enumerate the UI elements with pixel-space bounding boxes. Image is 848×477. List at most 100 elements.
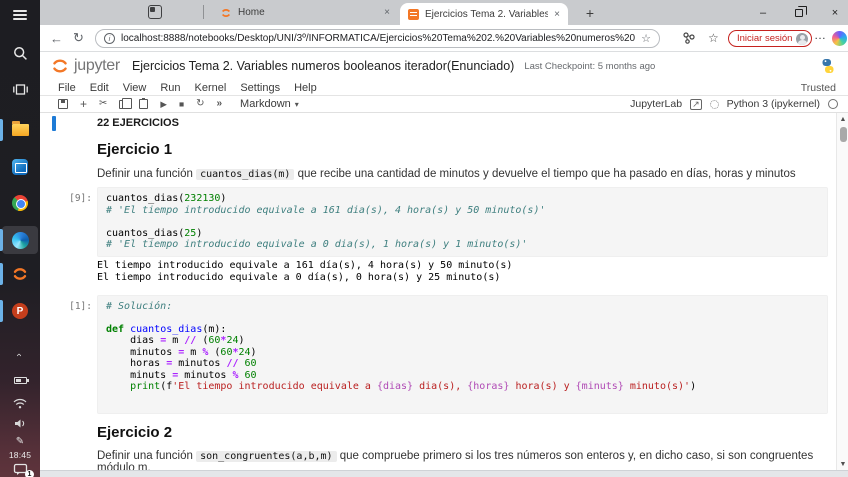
avatar-icon bbox=[796, 33, 808, 45]
cell-type-value: Markdown bbox=[240, 98, 291, 110]
menu-help[interactable]: Help bbox=[294, 82, 317, 94]
output-text: El tiempo introducido equivale a 161 día… bbox=[97, 260, 828, 284]
notebook-title[interactable]: Ejercicios Tema 2. Variables numeros boo… bbox=[132, 59, 514, 73]
favorites-button[interactable]: ☆ bbox=[708, 31, 719, 45]
reload-button[interactable]: ↻ bbox=[73, 30, 84, 46]
notifications-button[interactable]: 1 bbox=[0, 461, 40, 477]
code-input[interactable]: # Solución: def cuantos_dias(m): dias = … bbox=[97, 295, 828, 414]
tab-close-icon[interactable]: × bbox=[384, 7, 390, 18]
paste-cell-button[interactable] bbox=[139, 99, 148, 109]
tab-actions-icon[interactable] bbox=[148, 5, 162, 19]
restore-button[interactable] bbox=[782, 0, 816, 25]
debugger-icon[interactable] bbox=[710, 100, 719, 109]
start-menu-button[interactable] bbox=[0, 6, 40, 24]
file-explorer-button[interactable] bbox=[0, 122, 40, 138]
chrome-button[interactable] bbox=[0, 194, 40, 212]
trusted-badge[interactable]: Trusted bbox=[801, 82, 836, 94]
browser-menu-button[interactable]: … bbox=[814, 28, 826, 42]
file-explorer-icon bbox=[12, 124, 29, 136]
task-view-button[interactable] bbox=[0, 80, 40, 98]
scroll-down-icon[interactable]: ▼ bbox=[837, 458, 848, 470]
notebook-header: jupyter Ejercicios Tema 2. Variables num… bbox=[40, 52, 848, 80]
markdown-cell-ex1-desc[interactable]: Definir una función cuantos_dias(m) que … bbox=[40, 168, 836, 180]
interrupt-kernel-button[interactable]: ■ bbox=[179, 100, 184, 109]
section-header: 22 EJERCICIOS bbox=[97, 115, 828, 129]
notification-badge: 1 bbox=[25, 470, 34, 477]
jupyter-favicon bbox=[220, 7, 232, 19]
bookmark-star-icon[interactable]: ☆ bbox=[641, 32, 651, 45]
cell-type-dropdown[interactable]: Markdown ▾ bbox=[240, 98, 299, 110]
restart-kernel-button[interactable]: ↻ bbox=[196, 99, 204, 109]
jupyter-app-button[interactable] bbox=[0, 264, 40, 284]
menu-edit[interactable]: Edit bbox=[90, 82, 109, 94]
favorites-icon: ☆ bbox=[708, 31, 719, 45]
markdown-cell-header[interactable]: 22 EJERCICIOS bbox=[40, 115, 836, 129]
checkpoint-label: Last Checkpoint: 5 months ago bbox=[524, 61, 655, 72]
selected-cell-bar bbox=[52, 116, 56, 131]
run-all-button[interactable]: » bbox=[216, 99, 222, 109]
code-cell-1[interactable]: [1]: # Solución: def cuantos_dias(m): di… bbox=[40, 295, 836, 414]
markdown-cell-ex1[interactable]: Ejercicio 1 bbox=[40, 141, 836, 158]
code-input[interactable]: cuantos_dias(232130)# 'El tiempo introdu… bbox=[97, 187, 828, 257]
taskbar-clock[interactable]: 18:45 bbox=[0, 449, 40, 461]
python-logo-icon bbox=[820, 58, 836, 74]
volume-tray-button[interactable] bbox=[0, 416, 40, 430]
run-cell-button[interactable]: ▶ bbox=[160, 100, 167, 109]
markdown-cell-ex2[interactable]: Ejercicio 2 bbox=[40, 424, 836, 441]
battery-tray-button[interactable] bbox=[0, 374, 40, 386]
jupyterlab-link[interactable]: JupyterLab bbox=[630, 98, 682, 110]
tab-label: Ejercicios Tema 2. Variables nume bbox=[425, 9, 548, 20]
url-field[interactable]: i localhost:8888/notebooks/Desktop/UNI/3… bbox=[95, 29, 660, 48]
tab-home[interactable]: Home × bbox=[212, 0, 398, 25]
edge-icon bbox=[12, 232, 29, 249]
powerpoint-button[interactable]: P bbox=[0, 302, 40, 320]
tray-expand-button[interactable]: › bbox=[0, 348, 40, 362]
cut-cell-button[interactable]: ✂ bbox=[99, 99, 107, 109]
scrollbar-thumb[interactable] bbox=[840, 127, 847, 142]
notebook-toolbar: + ✂ ▶ ■ ↻ » Markdown ▾ JupyterLab ↗ Pyth… bbox=[40, 96, 848, 113]
menu-file[interactable]: File bbox=[58, 82, 76, 94]
scrollbar[interactable]: ▲ ▼ bbox=[836, 113, 848, 470]
divider bbox=[203, 5, 204, 19]
back-button[interactable]: ← bbox=[50, 31, 63, 46]
jupyter-logo[interactable]: jupyter bbox=[50, 56, 120, 76]
jupyter-logo-icon bbox=[50, 56, 70, 76]
close-window-button[interactable]: × bbox=[818, 0, 848, 25]
markdown-cell-ex2-desc[interactable]: Definir una función son_congruentes(a,b,… bbox=[40, 450, 836, 471]
browser-essentials-icon bbox=[682, 31, 696, 45]
menu-settings[interactable]: Settings bbox=[240, 82, 280, 94]
taskbar-search-button[interactable] bbox=[0, 44, 40, 62]
outlook-button[interactable] bbox=[0, 158, 40, 176]
tab-close-icon[interactable]: × bbox=[554, 9, 560, 20]
code-cell-9[interactable]: [9]: cuantos_dias(232130)# 'El tiempo in… bbox=[40, 187, 836, 257]
new-tab-button[interactable]: + bbox=[580, 3, 600, 23]
edge-button[interactable] bbox=[0, 231, 40, 249]
notebook-menubar: File Edit View Run Kernel Settings Help … bbox=[40, 80, 848, 96]
menu-run[interactable]: Run bbox=[160, 82, 180, 94]
signin-button[interactable]: Iniciar sesión bbox=[728, 30, 812, 47]
browser-tab-bar: Home × Ejercicios Tema 2. Variables nume… bbox=[40, 0, 848, 25]
notebook-content: 22 EJERCICIOS Ejercicio 1 Definir una fu… bbox=[40, 113, 836, 470]
site-info-icon[interactable]: i bbox=[104, 33, 115, 44]
pen-tray-button[interactable]: ✎ bbox=[0, 436, 40, 448]
network-tray-button[interactable] bbox=[0, 396, 40, 410]
save-button[interactable] bbox=[58, 99, 68, 109]
pen-icon: ✎ bbox=[16, 437, 24, 447]
scroll-up-icon[interactable]: ▲ bbox=[837, 113, 848, 125]
copy-cell-button[interactable] bbox=[119, 100, 127, 109]
browser-essentials-button[interactable] bbox=[682, 31, 696, 45]
menu-view[interactable]: View bbox=[123, 82, 147, 94]
chevron-up-icon: › bbox=[15, 353, 25, 356]
minimize-button[interactable]: – bbox=[746, 0, 780, 25]
chrome-icon bbox=[12, 195, 28, 211]
tab-notebook[interactable]: Ejercicios Tema 2. Variables nume × bbox=[400, 3, 568, 25]
tab-label: Home bbox=[238, 7, 378, 18]
add-cell-button[interactable]: + bbox=[80, 98, 87, 110]
copilot-icon[interactable] bbox=[832, 31, 847, 46]
jupyter-wordmark: jupyter bbox=[74, 57, 120, 75]
input-prompt: [1]: bbox=[56, 295, 92, 414]
clock-label: 18:45 bbox=[9, 450, 31, 460]
menu-kernel[interactable]: Kernel bbox=[195, 82, 227, 94]
network-icon bbox=[13, 398, 27, 409]
kernel-name[interactable]: Python 3 (ipykernel) bbox=[727, 98, 820, 110]
